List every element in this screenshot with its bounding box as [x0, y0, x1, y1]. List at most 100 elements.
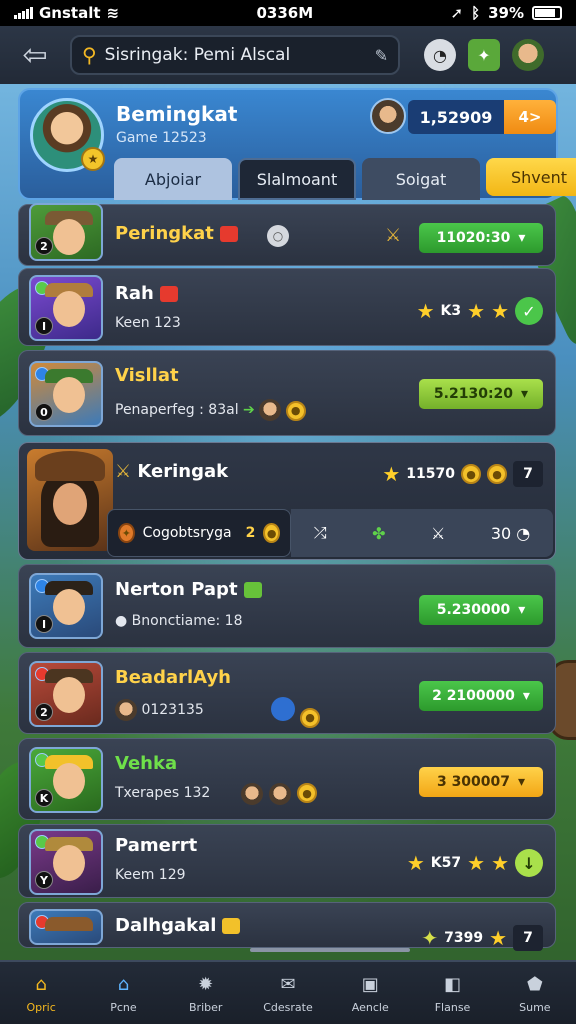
strip-count[interactable]: 30 ◔: [491, 524, 530, 543]
detail-value: 2: [245, 525, 256, 541]
cards-icon: ◧: [444, 974, 462, 995]
detail-panel[interactable]: ✦ Cogobtsryga 2 ●: [107, 509, 291, 557]
carrier-label: Gnstalt: [39, 4, 101, 22]
coin-icon: ●: [300, 707, 321, 728]
chevron-down-icon: ▾: [522, 688, 530, 704]
nav-pcne[interactable]: ⌂ Pcne: [82, 962, 164, 1024]
player-thumb: I: [29, 275, 103, 341]
nav-sume[interactable]: ⬟ Sume: [494, 962, 576, 1024]
list-item[interactable]: Dalhgakal ✦ 7399 ★ 7: [18, 902, 556, 951]
nav-flanse[interactable]: ◧ Flanse: [411, 962, 493, 1024]
bottom-nav: ⌂ Opric ⌂ Pcne ✹ Briber ✉ Cdesrate ▣ Aencle ◧…: [0, 960, 576, 1024]
sword-icon: ⚔: [115, 461, 132, 482]
list-item[interactable]: 0 Visllat Penaperfeg : 83al ➔ ● 5.2130:2…: [18, 350, 556, 436]
clover-icon[interactable]: ✤: [372, 524, 385, 543]
list-item[interactable]: Y Pamerrt Keem 129 ★ K57 ★ ★ ↓: [18, 824, 556, 898]
list-item-expanded[interactable]: ⚔ Keringak ★ 11570 ● ● 7 ✦ Cogobtsryga 2…: [18, 442, 556, 560]
player-thumb: I: [29, 573, 103, 639]
player-thumb: Y: [29, 829, 103, 895]
tab-abjoiar[interactable]: Abjoiar: [114, 158, 232, 200]
star-icon: ★: [382, 462, 401, 486]
profile-avatar-icon[interactable]: [512, 39, 544, 71]
swords-icon[interactable]: ⚔: [431, 524, 445, 543]
nav-briber[interactable]: ✹ Briber: [165, 962, 247, 1024]
check-button[interactable]: ✓: [515, 297, 543, 325]
player-thumb: 2: [29, 661, 103, 727]
nav-cdesrate[interactable]: ✉ Cdesrate: [247, 962, 329, 1024]
star-icon: ★: [491, 851, 509, 875]
medal-icon: ✦: [118, 523, 135, 543]
detail-text: Cogobtsryga: [142, 525, 232, 541]
star-group: ★ K3 ★ ★ ✓: [417, 297, 543, 325]
coin-icon: ●: [487, 464, 507, 484]
value-text: 2 2100000: [432, 688, 515, 704]
tab-soigat[interactable]: Soigat: [362, 158, 480, 200]
search-bar[interactable]: ⚲ Sisringak: Pemi Alscal ✎: [70, 35, 400, 75]
home-icon: ⌂: [35, 974, 47, 995]
pin-icon[interactable]: ✎: [375, 46, 388, 65]
shuffle-icon[interactable]: ⤮: [314, 523, 327, 543]
shvent-button[interactable]: Shvent: [486, 158, 576, 196]
value-button[interactable]: 3 300007 ▾: [419, 767, 543, 797]
name-text: Peringkat: [115, 223, 214, 244]
value-button[interactable]: 11020:30 ▾: [419, 223, 543, 253]
star-group: ✦ 7399 ★ 7: [421, 925, 543, 951]
star-count: 11570: [406, 466, 455, 482]
flag-icon: [219, 226, 238, 242]
tab-slalmoant[interactable]: Slalmoant: [238, 158, 356, 200]
mini-avatar: [241, 783, 263, 805]
list-item[interactable]: 2 Peringkat ○ ⚔ 11020:30 ▾: [18, 203, 556, 266]
star-icon: ★: [489, 926, 507, 950]
player-name: ⚔ Keringak: [115, 461, 228, 482]
nav-label: Flanse: [434, 1000, 471, 1014]
nav-label: Pcne: [110, 1000, 137, 1014]
mini-avatar: [115, 699, 137, 721]
coin-icon: ●: [263, 523, 280, 543]
player-name: Dalhgakal: [115, 915, 241, 936]
mini-avatar: [269, 783, 291, 805]
score-value: 1,52909: [408, 100, 504, 134]
rank-badge: I: [35, 317, 53, 335]
nav-label: Opric: [26, 1000, 56, 1014]
value-button[interactable]: 5.2130:20 ▾: [419, 379, 543, 409]
player-avatar[interactable]: ★: [30, 98, 105, 172]
name-text: Nerton Papt: [115, 579, 238, 600]
player-thumb: 2: [29, 203, 103, 261]
back-arrow-icon: ⇦: [22, 37, 48, 73]
clock-icon: ◔: [516, 523, 531, 543]
tab-bar: Abjoiar Slalmoant Soigat Shvent: [114, 158, 576, 200]
gear-icon: ✹: [198, 974, 214, 995]
list-item[interactable]: K Vehka Txerapes 132 ● 3 300007 ▾: [18, 738, 556, 820]
value-button[interactable]: 2 2100000 ▾: [419, 681, 543, 711]
medal-icon: ★: [81, 147, 105, 171]
scrollbar[interactable]: [250, 948, 410, 952]
score-extra: 4>: [504, 100, 556, 134]
search-text[interactable]: Sisringak: Pemi Alscal: [105, 45, 367, 65]
download-button[interactable]: ↓: [515, 849, 543, 877]
back-button[interactable]: ⇦: [10, 35, 60, 75]
rank-badge: K: [35, 789, 53, 807]
rank-badge: 0: [35, 403, 53, 421]
chevron-down-icon: ▾: [518, 774, 526, 790]
sparkle-icon: ✦: [421, 926, 439, 950]
player-thumb: 0: [29, 361, 103, 427]
top-bar: ⇦ ⚲ Sisringak: Pemi Alscal ✎ ◔ ✦: [0, 26, 576, 84]
value-button[interactable]: 5.230000 ▾: [419, 595, 543, 625]
player-name: BeadarlAyh: [115, 667, 231, 688]
nav-aencle[interactable]: ▣ Aencle: [329, 962, 411, 1024]
nav-opric[interactable]: ⌂ Opric: [0, 962, 82, 1024]
list-item[interactable]: 2 BeadarlAyh 0123135 ● 2 2100000 ▾: [18, 652, 556, 734]
gift-icon[interactable]: ✦: [468, 39, 500, 71]
flag-icon: [159, 286, 178, 302]
score-pill[interactable]: 1,52909 4>: [408, 100, 556, 134]
opponent-avatar[interactable]: [370, 98, 406, 134]
player-subtitle: Penaperfeg : 83al ➔ ●: [115, 399, 306, 421]
clock-icon[interactable]: ◔: [424, 39, 456, 71]
nav-label: Cdesrate: [263, 1000, 313, 1014]
list-item[interactable]: I Rah Keen 123 ★ K3 ★ ★ ✓: [18, 268, 556, 346]
list-item[interactable]: I Nerton Papt ● Bnonctiame: 18 5.230000 ▾: [18, 564, 556, 648]
nav-label: Sume: [519, 1000, 551, 1014]
name-text: Rah: [115, 283, 154, 304]
value-text: 5.230000: [436, 602, 511, 618]
star-group: ★ K57 ★ ★ ↓: [407, 849, 543, 877]
